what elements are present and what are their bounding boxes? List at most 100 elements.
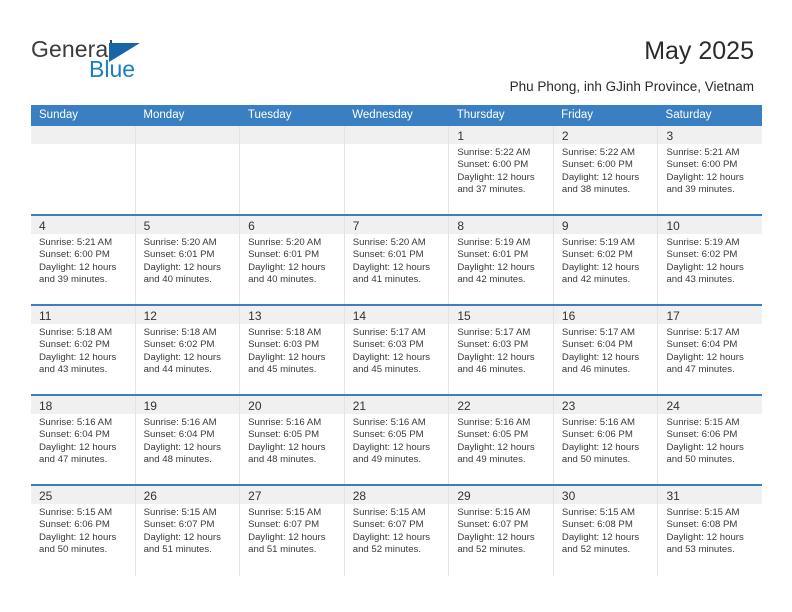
daylight-text-line1: Daylight: 12 hours — [457, 531, 535, 543]
day-number-band — [240, 126, 344, 144]
day-cell[interactable]: 5 Sunrise: 5:20 AM Sunset: 6:01 PM Daylight… — [135, 216, 241, 304]
sunrise-text: Sunrise: 5:15 AM — [352, 507, 426, 518]
sunset-text: Sunset: 6:02 PM — [666, 249, 738, 261]
day-cell[interactable]: 12 Sunrise: 5:18 AM Sunset: 6:02 PM Dayligh… — [135, 306, 241, 394]
day-cell[interactable]: 14 Sunrise: 5:17 AM Sunset: 6:03 PM Dayligh… — [344, 306, 450, 394]
day-number: 27 — [248, 489, 262, 503]
daylight-text-line2: and 47 minutes. — [39, 454, 108, 466]
day-cell[interactable]: 7 Sunrise: 5:20 AM Sunset: 6:01 PM Daylight… — [344, 216, 450, 304]
day-number: 29 — [457, 489, 471, 503]
daylight-text-line1: Daylight: 12 hours — [666, 441, 744, 453]
day-cell[interactable]: 1 Sunrise: 5:22 AM Sunset: 6:00 PM Daylight… — [449, 126, 554, 214]
day-sun-info: Sunrise: 5:16 AM Sunset: 6:06 PM Daylight:… — [554, 414, 658, 467]
sunset-text: Sunset: 6:07 PM — [457, 519, 529, 531]
daylight-text-line2: and 49 minutes. — [352, 454, 422, 466]
day-cell[interactable]: 3 Sunrise: 5:21 AM Sunset: 6:00 PM Daylight… — [658, 126, 763, 214]
day-cell[interactable]: 21 Sunrise: 5:16 AM Sunset: 6:05 PM Dayligh… — [344, 396, 450, 484]
day-cell[interactable]: 25 Sunrise: 5:15 AM Sunset: 6:06 PM Dayligh… — [31, 486, 136, 576]
sunset-text: Sunset: 6:04 PM — [666, 339, 738, 351]
day-cell[interactable]: 22 Sunrise: 5:16 AM Sunset: 6:05 PM Dayligh… — [449, 396, 554, 484]
daylight-text-line2: and 50 minutes. — [561, 454, 631, 466]
day-sun-info: Sunrise: 5:16 AM Sunset: 6:04 PM Daylight:… — [31, 414, 135, 467]
day-cell[interactable]: 13 Sunrise: 5:18 AM Sunset: 6:03 PM Dayligh… — [240, 306, 345, 394]
daylight-text-line1: Daylight: 12 hours — [143, 351, 221, 363]
calendar-week-row: 25 Sunrise: 5:15 AM Sunset: 6:06 PM Dayligh… — [31, 486, 763, 576]
day-cell-empty — [31, 126, 136, 214]
sunrise-text: Sunrise: 5:15 AM — [39, 507, 113, 518]
daylight-text-line1: Daylight: 12 hours — [352, 531, 431, 543]
daylight-text-line2: and 51 minutes. — [143, 544, 212, 556]
weekday-header-saturday: Saturday — [665, 109, 712, 121]
sunrise-text: Sunrise: 5:20 AM — [143, 237, 217, 248]
day-cell[interactable]: 16 Sunrise: 5:17 AM Sunset: 6:04 PM Dayligh… — [553, 306, 659, 394]
day-cell[interactable]: 18 Sunrise: 5:16 AM Sunset: 6:04 PM Dayligh… — [31, 396, 136, 484]
day-number: 9 — [561, 219, 569, 233]
sunset-text: Sunset: 6:07 PM — [352, 519, 424, 531]
day-cell[interactable]: 27 Sunrise: 5:15 AM Sunset: 6:07 PM Dayligh… — [240, 486, 345, 576]
day-cell[interactable]: 17 Sunrise: 5:17 AM Sunset: 6:04 PM Dayligh… — [658, 306, 763, 394]
day-cell[interactable]: 9 Sunrise: 5:19 AM Sunset: 6:02 PM Daylight… — [553, 216, 659, 304]
day-cell[interactable]: 31 Sunrise: 5:15 AM Sunset: 6:08 PM Dayligh… — [658, 486, 763, 576]
day-sun-info: Sunrise: 5:15 AM Sunset: 6:08 PM Daylight:… — [554, 504, 658, 557]
daylight-text-line1: Daylight: 12 hours — [457, 441, 535, 453]
daylight-text-line2: and 51 minutes. — [248, 544, 317, 556]
day-cell[interactable]: 20 Sunrise: 5:16 AM Sunset: 6:05 PM Dayligh… — [240, 396, 345, 484]
day-cell[interactable]: 23 Sunrise: 5:16 AM Sunset: 6:06 PM Dayligh… — [553, 396, 659, 484]
day-cell[interactable]: 29 Sunrise: 5:15 AM Sunset: 6:07 PM Dayligh… — [449, 486, 554, 576]
daylight-text-line1: Daylight: 12 hours — [561, 531, 640, 543]
sunrise-text: Sunrise: 5:22 AM — [457, 147, 531, 158]
daylight-text-line1: Daylight: 12 hours — [561, 171, 640, 183]
daylight-text-line1: Daylight: 12 hours — [352, 261, 431, 273]
day-number-band: 27 — [240, 486, 344, 504]
sunset-text: Sunset: 6:00 PM — [39, 249, 110, 261]
sunset-text: Sunset: 6:01 PM — [248, 249, 320, 261]
sunset-text: Sunset: 6:02 PM — [143, 339, 215, 351]
day-cell[interactable]: 15 Sunrise: 5:17 AM Sunset: 6:03 PM Dayligh… — [449, 306, 554, 394]
day-cell-empty — [240, 126, 345, 214]
day-number-band: 5 — [135, 216, 240, 234]
day-number: 21 — [352, 399, 367, 413]
day-number-band: 23 — [553, 396, 658, 414]
day-number-band — [31, 126, 135, 144]
day-cell[interactable]: 10 Sunrise: 5:19 AM Sunset: 6:02 PM Dayligh… — [658, 216, 763, 304]
calendar-week-row: 1 Sunrise: 5:22 AM Sunset: 6:00 PM Daylight… — [31, 126, 763, 216]
day-number-band: 4 — [31, 216, 135, 234]
day-cell[interactable]: 28 Sunrise: 5:15 AM Sunset: 6:07 PM Dayligh… — [344, 486, 450, 576]
sunset-text: Sunset: 6:05 PM — [352, 429, 424, 441]
day-cell[interactable]: 4 Sunrise: 5:21 AM Sunset: 6:00 PM Daylight… — [31, 216, 136, 304]
sunset-text: Sunset: 6:06 PM — [561, 429, 633, 441]
day-number-band: 21 — [344, 396, 449, 414]
day-sun-info: Sunrise: 5:15 AM Sunset: 6:06 PM Daylight:… — [658, 414, 762, 467]
day-cell[interactable]: 26 Sunrise: 5:15 AM Sunset: 6:07 PM Dayligh… — [135, 486, 241, 576]
day-number: 23 — [561, 399, 576, 413]
day-cell[interactable]: 11 Sunrise: 5:18 AM Sunset: 6:02 PM Dayligh… — [31, 306, 136, 394]
day-sun-info: Sunrise: 5:21 AM Sunset: 6:00 PM Daylight:… — [658, 144, 762, 197]
day-sun-info: Sunrise: 5:18 AM Sunset: 6:02 PM Daylight:… — [136, 324, 240, 377]
sunset-text: Sunset: 6:07 PM — [248, 519, 320, 531]
daylight-text-line1: Daylight: 12 hours — [143, 531, 221, 543]
day-cell[interactable]: 30 Sunrise: 5:15 AM Sunset: 6:08 PM Dayligh… — [553, 486, 659, 576]
daylight-text-line2: and 42 minutes. — [457, 274, 526, 286]
day-cell[interactable]: 24 Sunrise: 5:15 AM Sunset: 6:06 PM Dayligh… — [658, 396, 763, 484]
logo-text-blue: Blue — [89, 56, 136, 82]
day-cell[interactable]: 19 Sunrise: 5:16 AM Sunset: 6:04 PM Dayligh… — [135, 396, 241, 484]
day-number-band — [344, 126, 449, 144]
day-number-band: 9 — [553, 216, 658, 234]
weekday-header-thursday: Thursday — [456, 109, 505, 121]
day-cell[interactable]: 6 Sunrise: 5:20 AM Sunset: 6:01 PM Daylight… — [240, 216, 345, 304]
day-cell[interactable]: 8 Sunrise: 5:19 AM Sunset: 6:01 PM Daylight… — [449, 216, 554, 304]
day-number-band: 7 — [344, 216, 449, 234]
calendar-weeks: 1 Sunrise: 5:22 AM Sunset: 6:00 PM Daylight… — [31, 126, 763, 576]
day-sun-info: Sunrise: 5:16 AM Sunset: 6:05 PM Daylight:… — [345, 414, 449, 467]
day-cell[interactable]: 2 Sunrise: 5:22 AM Sunset: 6:00 PM Daylight… — [553, 126, 659, 214]
day-cell-empty — [135, 126, 241, 214]
day-sun-info: Sunrise: 5:15 AM Sunset: 6:07 PM Daylight:… — [345, 504, 449, 557]
day-number: 7 — [352, 219, 360, 233]
day-number: 31 — [666, 489, 680, 503]
sunset-text: Sunset: 6:03 PM — [248, 339, 320, 351]
general-blue-logo[interactable]: General Blue — [31, 36, 231, 86]
sunset-text: Sunset: 6:02 PM — [39, 339, 110, 351]
day-number-band: 2 — [553, 126, 658, 144]
day-number: 10 — [666, 219, 680, 233]
day-number-band: 6 — [240, 216, 344, 234]
